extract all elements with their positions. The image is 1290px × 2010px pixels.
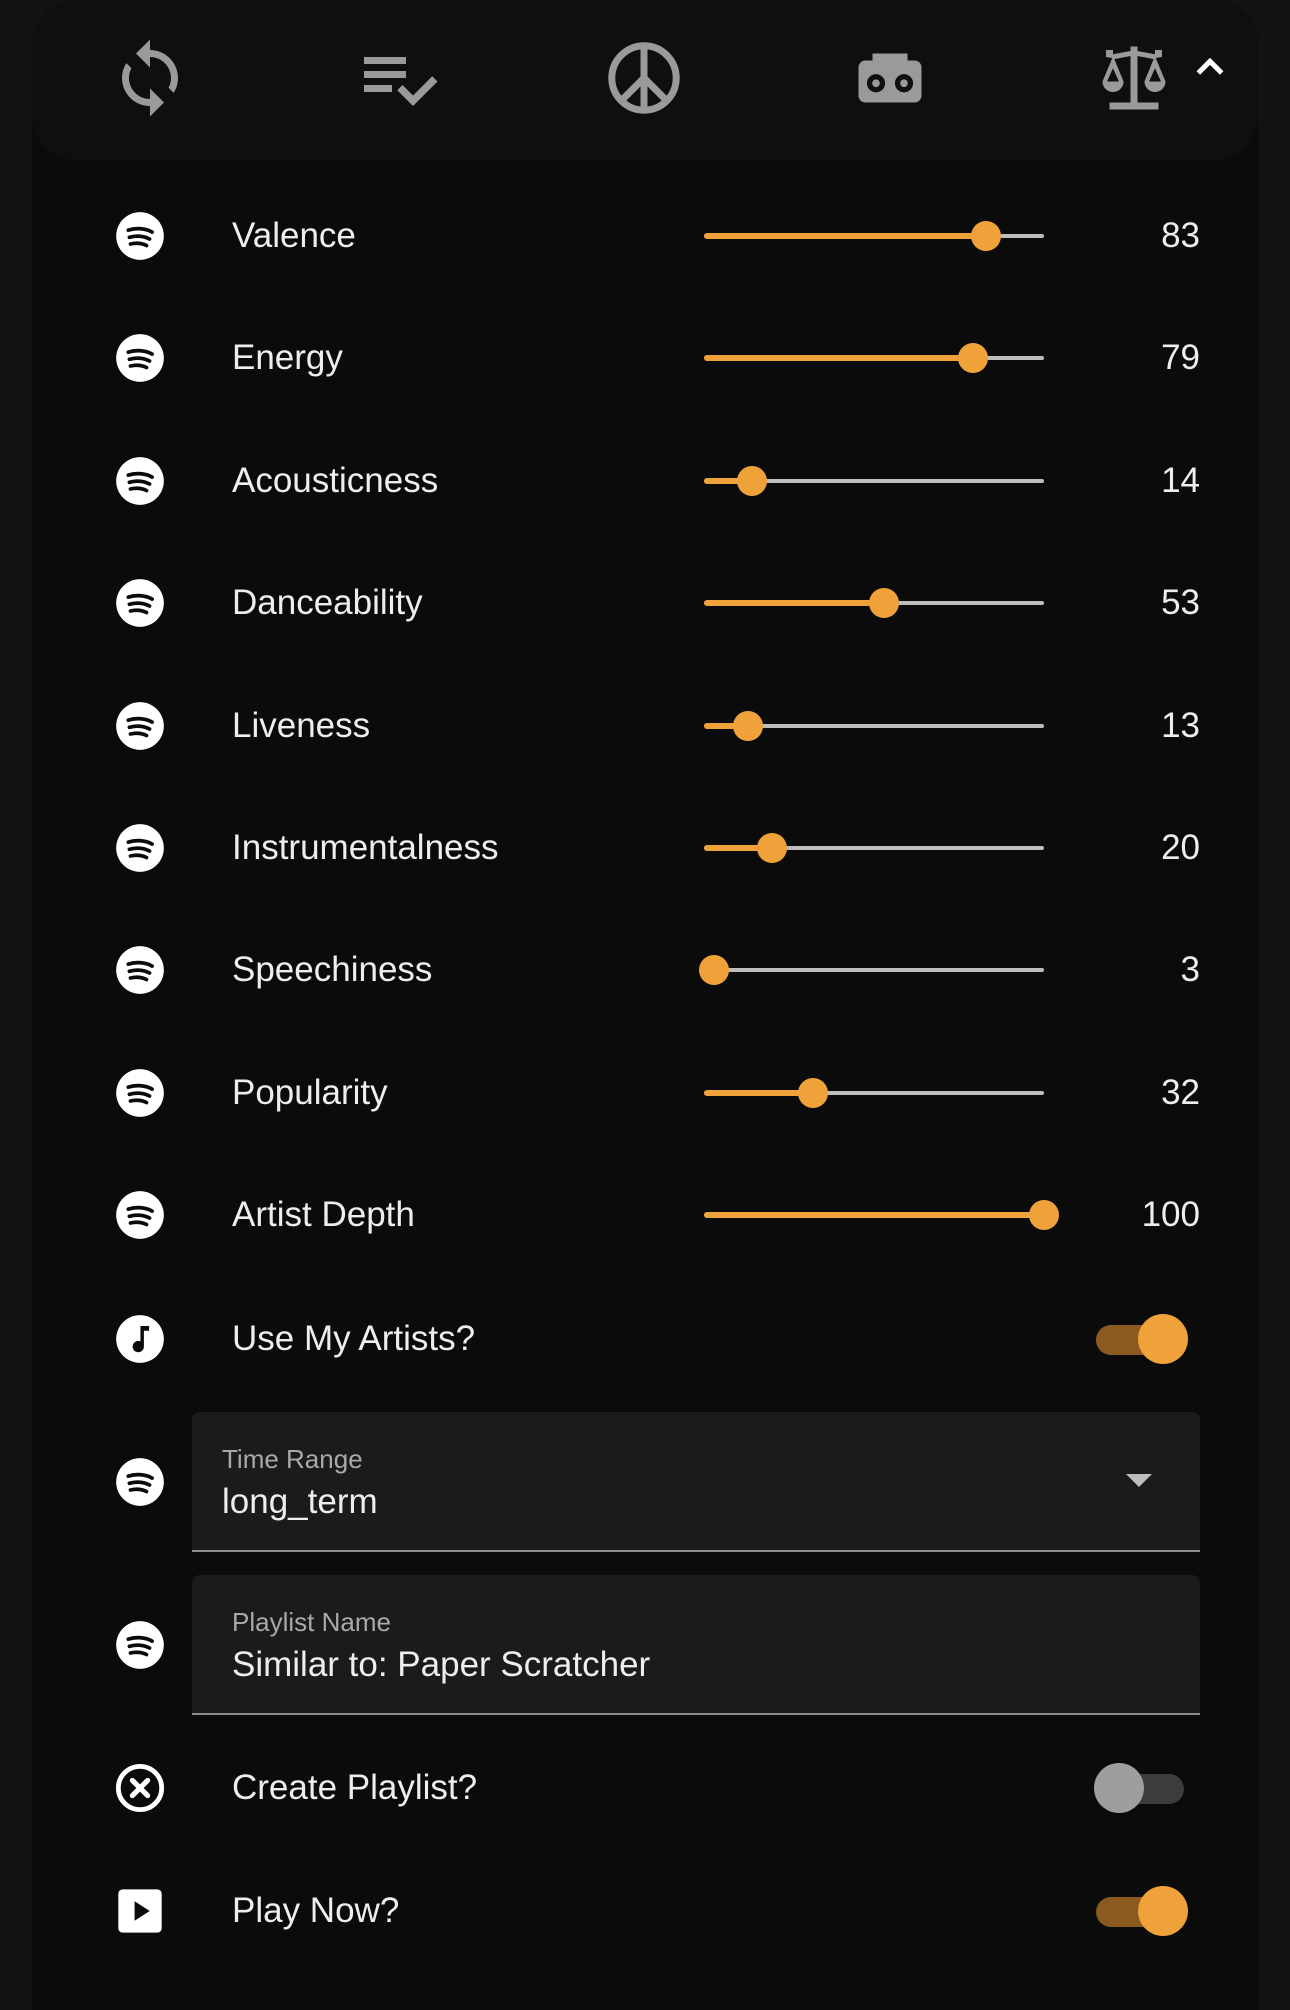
slider-fill [704,1212,1044,1219]
slider-fill [704,233,986,239]
spotify-icon [114,822,166,874]
spotify-icon [114,1189,166,1241]
refresh-icon[interactable] [108,36,192,120]
slider-label: Danceability [232,583,423,623]
toolbar [32,0,1258,160]
slider[interactable] [704,465,1044,496]
slider[interactable] [704,221,1044,251]
playlist-check-icon[interactable] [357,36,441,120]
time-range-select[interactable]: Time Range long_term [192,1412,1200,1552]
use-my-artists-toggle[interactable] [1094,1313,1188,1365]
slider-thumb[interactable] [869,588,899,619]
slider[interactable] [704,833,1044,863]
spotify-icon [114,210,166,262]
spotify-icon [114,1619,166,1671]
slider-thumb[interactable] [971,221,1001,251]
slider[interactable] [699,955,1044,986]
slider[interactable] [704,1077,1044,1108]
slider-thumb[interactable] [798,1077,828,1108]
music-note-icon [114,1313,166,1365]
spotify-icon [114,944,166,996]
spotify-icon [114,455,166,507]
slider-value: 100 [1141,1195,1200,1235]
slider-row-energy: Energy 79 [0,297,1290,419]
spotify-icon [114,1067,166,1119]
slider-thumb[interactable] [757,833,787,863]
slider-value: 20 [1161,828,1200,867]
slider-label: Energy [232,338,343,378]
time-range-value: long_term [222,1482,378,1521]
slider-value: 79 [1161,338,1200,378]
peace-icon[interactable] [602,36,686,120]
slider-row-danceability: Danceability 53 [0,542,1290,664]
slider-value: 53 [1161,583,1200,623]
play-now-label: Play Now? [232,1891,400,1930]
radio-icon[interactable] [848,36,932,120]
slider-thumb[interactable] [958,343,988,374]
slider-value: 14 [1161,460,1200,500]
spotify-icon [114,332,166,384]
create-playlist-row: Create Playlist? [0,1727,1290,1849]
play-now-toggle[interactable] [1094,1885,1188,1937]
slider-thumb[interactable] [699,955,729,986]
time-range-row: Time Range long_term [0,1412,1290,1552]
playlist-name-label: Playlist Name [232,1607,391,1637]
slider-row-instrumentalness: Instrumentalness 20 [0,787,1290,909]
slider[interactable] [704,343,1044,374]
spotify-icon [114,700,166,752]
chevron-up-icon[interactable] [1190,48,1230,88]
create-playlist-label: Create Playlist? [232,1768,478,1807]
toggle-thumb[interactable] [1094,1763,1144,1813]
use-my-artists-label: Use My Artists? [232,1319,476,1358]
slider[interactable] [704,588,1044,619]
toggle-thumb[interactable] [1138,1886,1188,1936]
create-playlist-toggle[interactable] [1094,1762,1188,1814]
slider-row-valence: Valence 83 [0,175,1290,297]
slider-label: Artist Depth [232,1195,415,1235]
slider-fill [704,600,884,607]
slider-value: 32 [1161,1072,1200,1112]
slider-thumb[interactable] [733,710,763,741]
spotify-icon [114,577,166,629]
playlist-name-input[interactable]: Playlist Name Similar to: Paper Scratche… [192,1575,1200,1715]
slider-track[interactable] [704,968,1044,973]
slider-fill [704,1089,813,1096]
playlist-name-value[interactable]: Similar to: Paper Scratcher [232,1645,650,1685]
slider-label: Liveness [232,705,371,745]
slider-thumb[interactable] [1029,1200,1059,1231]
use-my-artists-row: Use My Artists? [0,1278,1290,1400]
slider[interactable] [704,710,1044,741]
slider-row-artist-depth: Artist Depth 100 [0,1154,1290,1276]
time-range-label: Time Range [222,1444,363,1474]
slider-label: Speechiness [232,950,433,990]
slider-thumb[interactable] [737,465,767,496]
slider-label: Instrumentalness [232,828,499,867]
spotify-icon [114,1456,166,1508]
slider-label: Acousticness [232,460,439,500]
slider-row-popularity: Popularity 32 [0,1032,1290,1154]
slider-fill [704,355,973,362]
toggle-thumb[interactable] [1138,1314,1188,1364]
slider-row-liveness: Liveness 13 [0,665,1290,787]
slider-label: Popularity [232,1072,388,1112]
close-circle-icon [114,1762,166,1814]
play-now-row: Play Now? [0,1850,1290,1972]
slider[interactable] [704,1200,1059,1231]
slider-label: Valence [232,216,356,255]
scale-balance-icon[interactable] [1092,36,1176,120]
slider-row-speechiness: Speechiness 3 [0,909,1290,1031]
slider-value: 13 [1161,705,1200,745]
slider-value: 83 [1161,216,1200,255]
slider-row-acousticness: Acousticness 14 [0,420,1290,542]
dropdown-arrow-icon[interactable] [1126,1474,1152,1487]
slider-value: 3 [1180,950,1200,990]
play-box-icon [114,1885,166,1937]
playlist-name-row: Playlist Name Similar to: Paper Scratche… [0,1575,1290,1715]
